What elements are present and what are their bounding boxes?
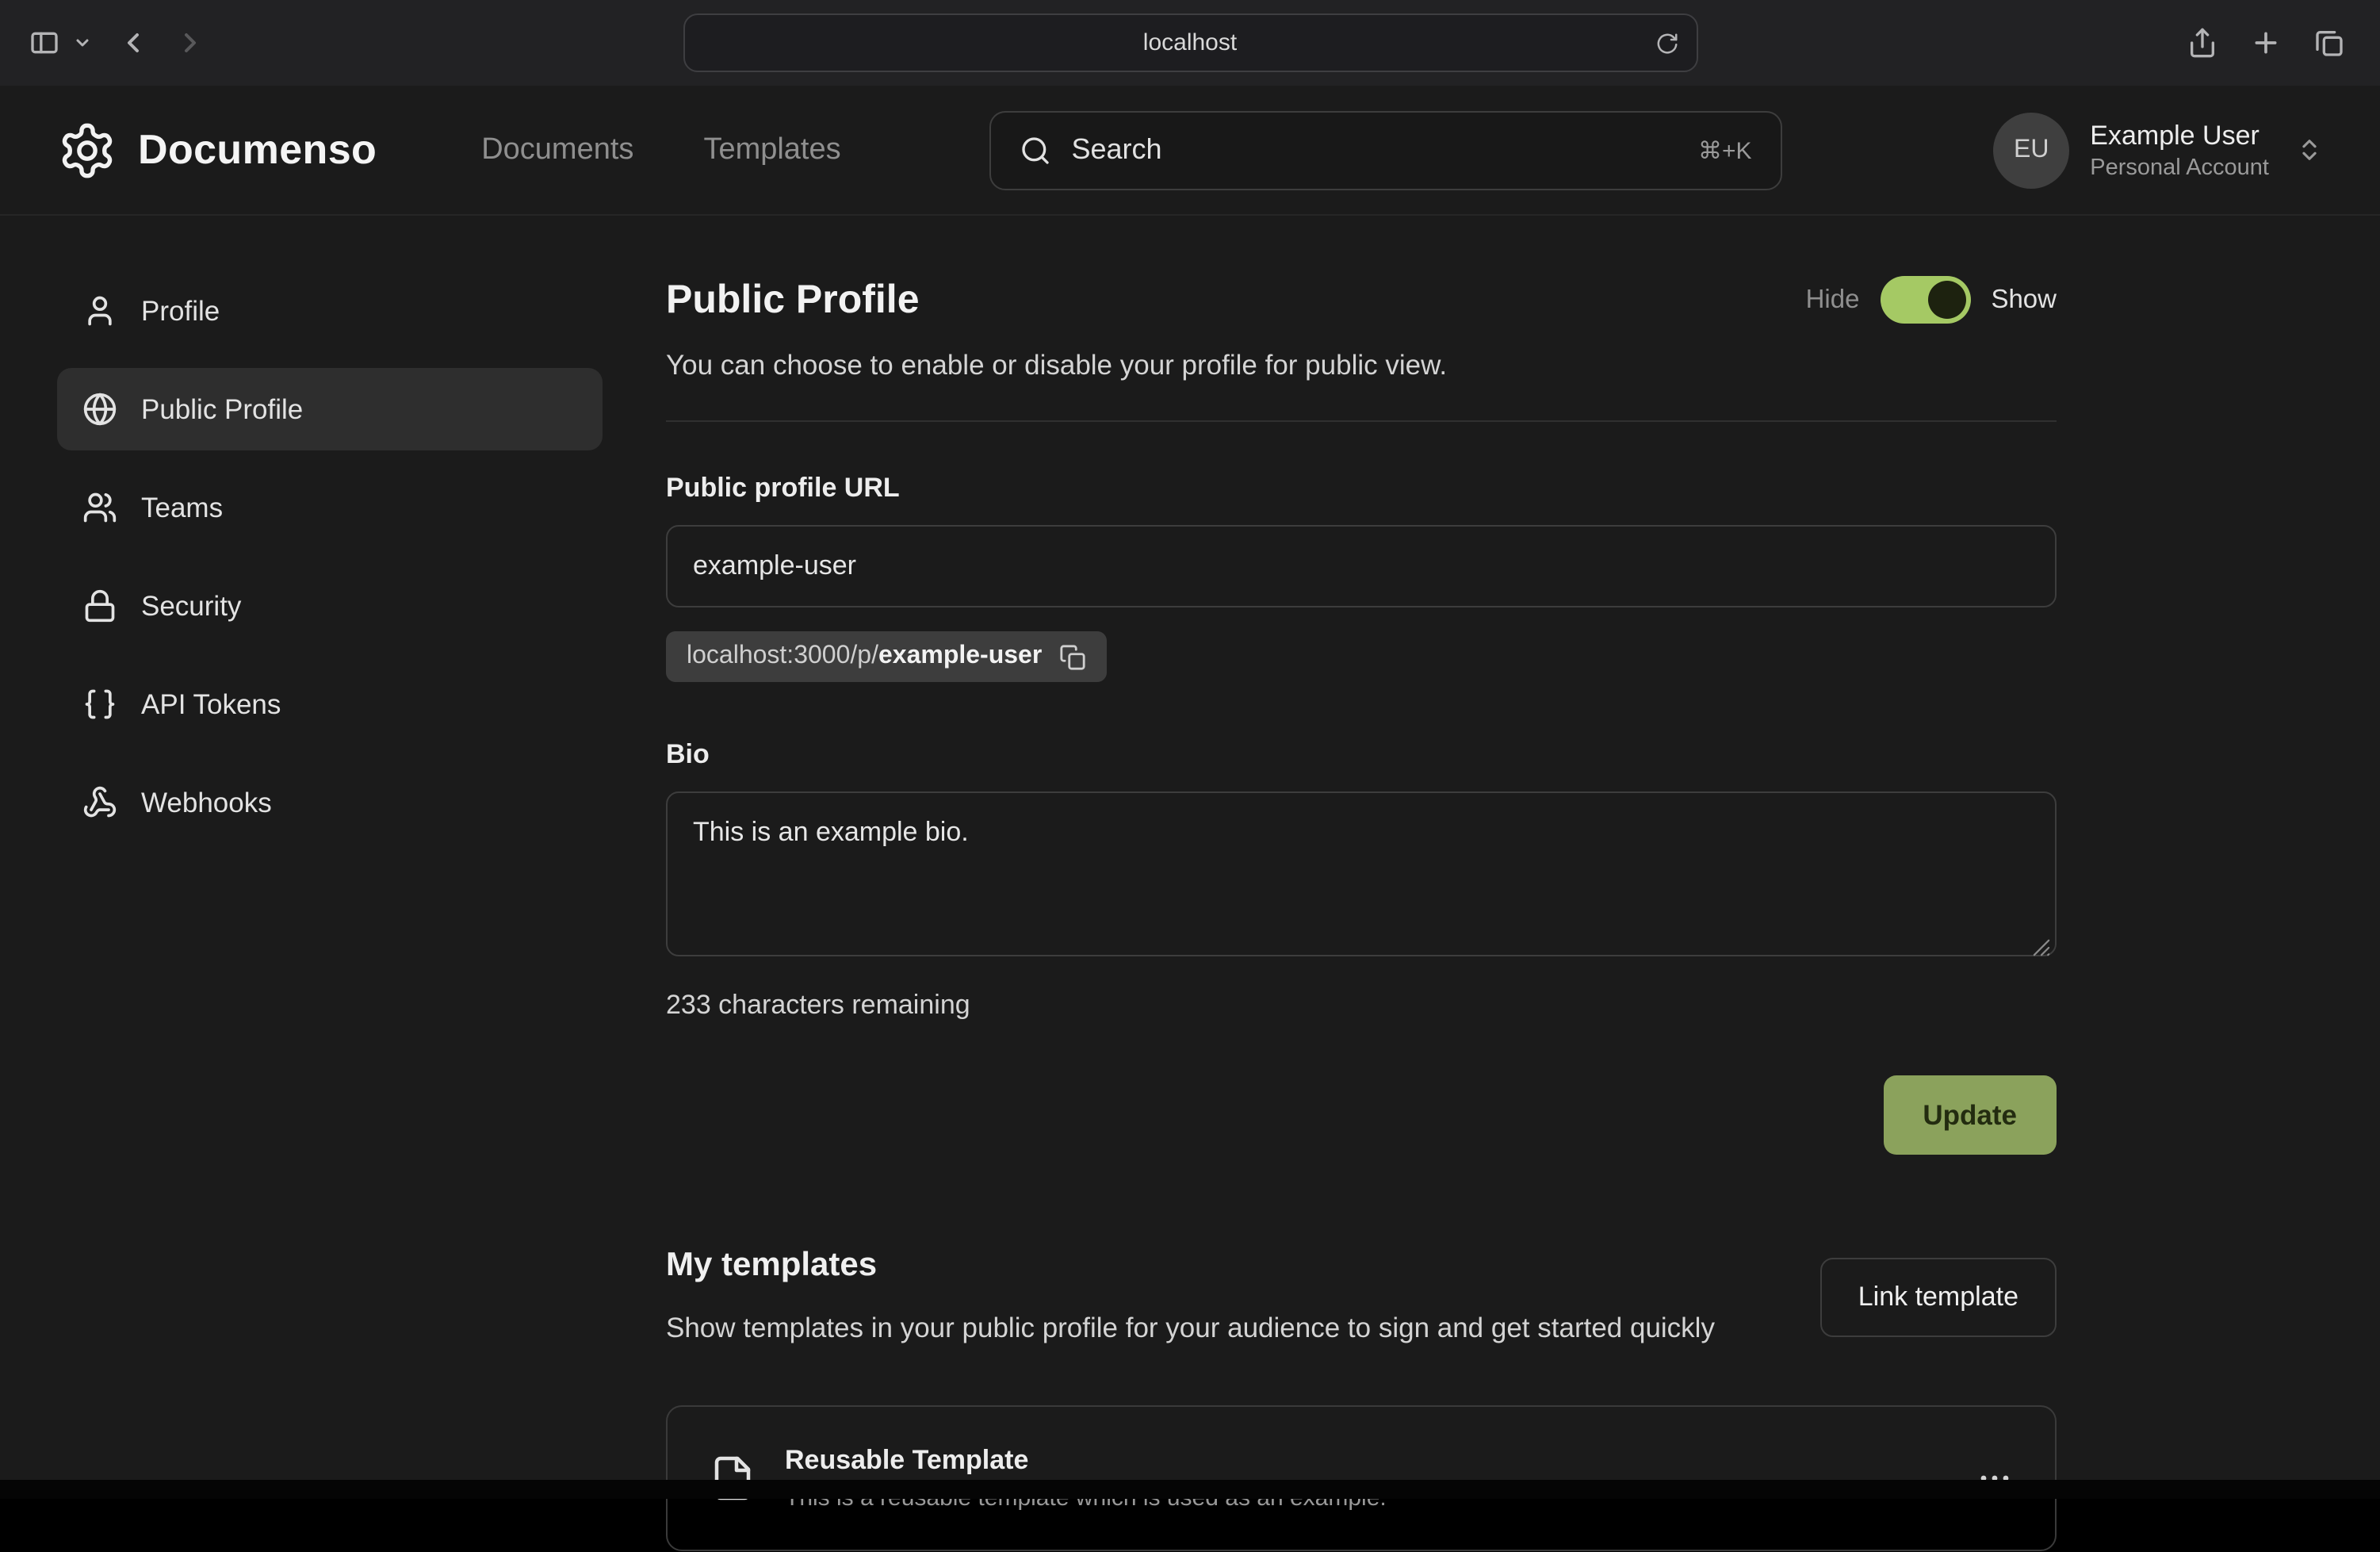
page-subtitle: You can choose to enable or disable your…: [666, 349, 2057, 382]
sidebar-item-label: Security: [141, 589, 241, 623]
users-icon: [82, 490, 117, 525]
sidebar-item-label: Profile: [141, 294, 220, 328]
characters-remaining: 233 characters remaining: [666, 990, 2057, 1021]
avatar: EU: [1993, 112, 2069, 188]
template-card: Reusable Template This is a reusable tem…: [666, 1406, 2057, 1552]
public-url-preview-text: localhost:3000/p/example-user: [687, 642, 1042, 671]
lock-icon: [82, 588, 117, 623]
app-header: Documenso Documents Templates Search ⌘+K…: [0, 86, 2380, 216]
new-tab-icon[interactable]: [2250, 27, 2282, 59]
user-menu[interactable]: EU Example User Personal Account: [1993, 112, 2323, 188]
content: Profile Public Profile Teams Security: [0, 216, 2380, 1552]
public-url-label: Public profile URL: [666, 473, 2057, 504]
sidebar-item-security[interactable]: Security: [57, 565, 603, 647]
sidebar-toggle-icon[interactable]: [29, 27, 60, 59]
back-icon[interactable]: [117, 27, 149, 59]
my-templates-description: Show templates in your public profile fo…: [666, 1307, 1715, 1349]
browser-window-controls: [2187, 27, 2380, 59]
braces-icon: [82, 687, 117, 722]
profile-visibility-toggle[interactable]: [1880, 276, 1970, 324]
sidebar-item-label: API Tokens: [141, 688, 281, 721]
webhook-icon: [82, 785, 117, 820]
toggle-knob: [1927, 281, 1965, 319]
screen: localhost Documenso Documents: [0, 0, 2380, 1499]
chevrons-up-down-icon: [2296, 136, 2323, 163]
reload-icon[interactable]: [1655, 31, 1678, 55]
search-icon: [1019, 134, 1050, 166]
user-icon: [82, 293, 117, 328]
toggle-hide-label: Hide: [1806, 285, 1860, 315]
nav-documents[interactable]: Documents: [481, 132, 633, 167]
link-template-button[interactable]: Link template: [1820, 1258, 2057, 1337]
sidebar-item-profile[interactable]: Profile: [57, 270, 603, 352]
sidebar-item-public-profile[interactable]: Public Profile: [57, 368, 603, 450]
public-url-preview: localhost:3000/p/example-user: [666, 631, 1107, 682]
share-icon[interactable]: [2187, 27, 2218, 59]
globe-icon: [82, 392, 117, 427]
window-bottom-edge: [0, 1480, 2380, 1499]
sidebar-item-label: Public Profile: [141, 393, 303, 426]
brand-name: Documenso: [138, 125, 377, 174]
toggle-show-label: Show: [1991, 285, 2057, 315]
my-templates-title: My templates: [666, 1247, 1715, 1285]
public-url-input[interactable]: [666, 525, 2057, 607]
browser-nav-controls: [0, 27, 206, 59]
search-placeholder: Search: [1071, 133, 1161, 167]
main-nav: Documents Templates: [481, 132, 840, 167]
sidebar-item-teams[interactable]: Teams: [57, 466, 603, 549]
sidebar-item-api-tokens[interactable]: API Tokens: [57, 663, 603, 745]
search-input[interactable]: Search ⌘+K: [989, 110, 1781, 190]
public-url-section: Public profile URL localhost:3000/p/exam…: [666, 473, 2057, 682]
user-account-type: Personal Account: [2090, 155, 2269, 180]
template-name: Reusable Template: [785, 1446, 1387, 1477]
forward-icon[interactable]: [174, 27, 206, 59]
my-templates-section: My templates Show templates in your publ…: [666, 1247, 2057, 1552]
user-name: Example User: [2090, 120, 2269, 151]
brand[interactable]: Documenso: [57, 120, 377, 180]
settings-sidebar: Profile Public Profile Teams Security: [57, 254, 603, 1552]
update-button[interactable]: Update: [1883, 1075, 2057, 1155]
bio-section: Bio This is an example bio. 233 characte…: [666, 739, 2057, 1021]
copy-icon[interactable]: [1059, 643, 1086, 670]
main-panel: Public Profile Hide Show You can choose …: [666, 254, 2057, 1552]
page-title: Public Profile: [666, 277, 920, 323]
bio-textarea[interactable]: This is an example bio.: [666, 791, 2057, 956]
browser-chrome: localhost: [0, 0, 2380, 86]
tab-overview-icon[interactable]: [2313, 27, 2345, 59]
bio-label: Bio: [666, 739, 2057, 771]
sidebar-item-label: Teams: [141, 491, 223, 524]
address-bar[interactable]: localhost: [683, 13, 1697, 72]
documenso-logo-icon: [57, 120, 117, 180]
search-shortcut: ⌘+K: [1698, 136, 1752, 164]
address-text: localhost: [1143, 29, 1237, 56]
divider: [666, 420, 2057, 422]
sidebar-item-label: Webhooks: [141, 786, 272, 819]
toolbar-chevron-down-icon[interactable]: [73, 33, 92, 52]
nav-templates[interactable]: Templates: [703, 132, 840, 167]
visibility-toggle-group: Hide Show: [1806, 276, 2057, 324]
sidebar-item-webhooks[interactable]: Webhooks: [57, 761, 603, 844]
